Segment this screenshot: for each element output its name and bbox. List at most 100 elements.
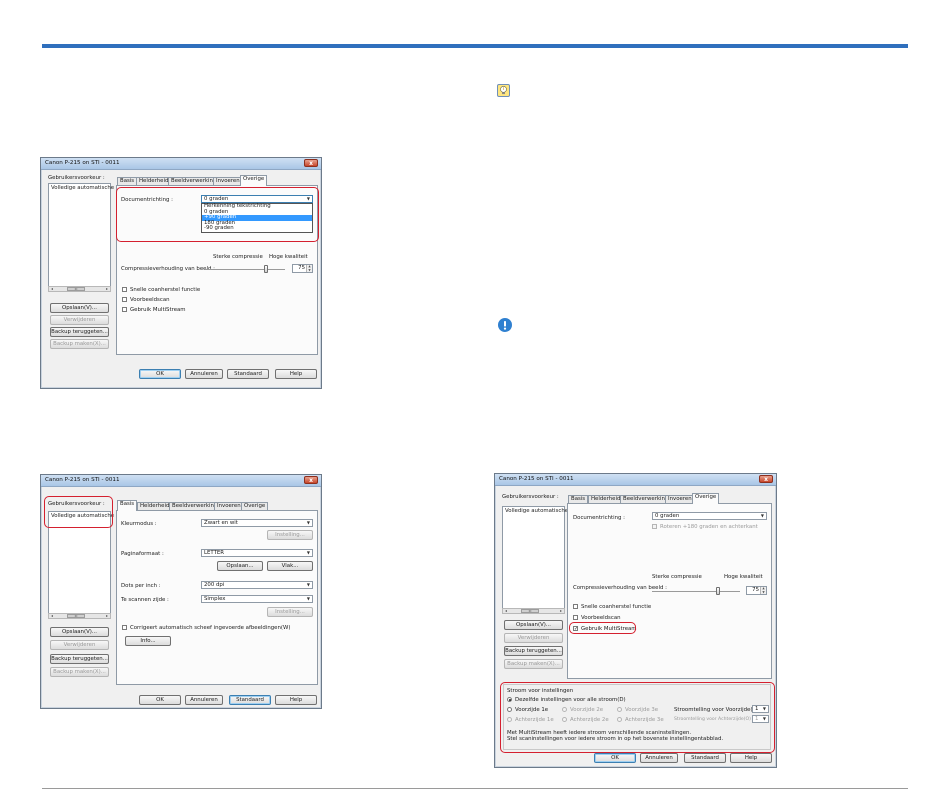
scroll-thumb[interactable]: III <box>67 287 85 291</box>
tab-helderheid[interactable]: Helderheid <box>136 177 172 185</box>
back-count-combo[interactable]: 1 ▼ <box>752 715 769 723</box>
tab-basis[interactable]: Basis <box>568 495 589 503</box>
restore-backup-button[interactable]: Backup teruggeten... <box>504 646 563 656</box>
scroll-right-icon[interactable]: ▸ <box>104 287 110 291</box>
dpi-combo[interactable]: 200 dpi ▼ <box>201 581 313 589</box>
profile-list[interactable]: Volledige automatische <box>48 511 114 617</box>
tab-invoeren[interactable]: Invoeren <box>665 495 695 503</box>
prescan-checkbox[interactable] <box>122 297 127 302</box>
cancel-button[interactable]: Annuleren <box>185 369 223 379</box>
back-1-radio[interactable] <box>507 717 512 722</box>
scan-side-combo[interactable]: Simplex ▼ <box>201 595 313 603</box>
scroll-thumb[interactable]: III <box>521 609 539 613</box>
scroll-left-icon[interactable]: ◂ <box>49 287 55 291</box>
orientation-combo[interactable]: 0 graden ▼ <box>652 512 767 520</box>
profile-list[interactable]: Volledige automatische <box>502 506 568 613</box>
save-profile-button[interactable]: Opslaan(V)... <box>504 620 563 630</box>
orientation-combo[interactable]: 0 graden ▼ <box>201 195 313 203</box>
help-button[interactable]: Help <box>730 753 772 763</box>
tab-beeldverwerking[interactable]: Beeldverwerking <box>620 495 672 503</box>
slider-knob[interactable] <box>264 265 268 273</box>
quick-recovery-checkbox[interactable] <box>573 604 578 609</box>
prescan-checkbox[interactable] <box>573 615 578 620</box>
compression-spinner[interactable]: 75 ▲ ▼ <box>292 264 313 273</box>
profile-list[interactable]: Volledige automatische <box>48 183 114 292</box>
ok-button[interactable]: OK <box>139 695 181 705</box>
tab-overige[interactable]: Overige <box>692 493 720 504</box>
make-backup-button[interactable]: Backup maken(X)... <box>504 659 563 669</box>
delete-profile-button[interactable]: Verwijderen <box>504 633 563 643</box>
help-button[interactable]: Help <box>275 369 317 379</box>
restore-backup-button[interactable]: Backup teruggeten... <box>50 327 109 337</box>
scroll-left-icon[interactable]: ◂ <box>503 609 509 613</box>
chevron-down-icon[interactable]: ▼ <box>761 513 764 519</box>
slider-knob[interactable] <box>716 587 720 595</box>
tab-helderheid[interactable]: Helderheid <box>137 502 173 510</box>
back-2-radio[interactable] <box>562 717 567 722</box>
help-button[interactable]: Help <box>275 695 317 705</box>
tab-beeldverwerking[interactable]: Beeldverwerking <box>168 177 220 185</box>
default-button[interactable]: Standaard <box>684 753 726 763</box>
color-settings-button[interactable]: Instelling... <box>267 530 313 540</box>
info-button[interactable]: Info... <box>125 636 171 646</box>
page-size-save-button[interactable]: Opslaan... <box>217 561 263 571</box>
close-icon[interactable]: x <box>759 475 773 483</box>
list-item[interactable]: Volledige automatische <box>51 185 114 191</box>
tab-basis[interactable]: Basis <box>117 177 138 185</box>
scroll-right-icon[interactable]: ▸ <box>104 614 110 618</box>
tab-beeldverwerking[interactable]: Beeldverwerking <box>169 502 221 510</box>
ok-button[interactable]: OK <box>594 753 636 763</box>
list-scrollbar[interactable]: ◂ III ▸ <box>48 613 111 619</box>
list-scrollbar[interactable]: ◂ III ▸ <box>48 286 111 292</box>
restore-backup-button[interactable]: Backup teruggeten... <box>50 654 109 664</box>
chevron-down-icon[interactable]: ▼ <box>307 582 310 588</box>
color-mode-combo[interactable]: Zwart en wit ▼ <box>201 519 313 527</box>
tab-helderheid[interactable]: Helderheid <box>588 495 624 503</box>
list-item[interactable]: Volledige automatische <box>51 513 114 519</box>
chevron-down-icon[interactable]: ▼ <box>763 706 766 712</box>
default-button[interactable]: Standaard <box>229 695 271 705</box>
tab-invoeren[interactable]: Invoeren <box>214 502 244 510</box>
page-size-combo[interactable]: LETTER ▼ <box>201 549 313 557</box>
tab-invoeren[interactable]: Invoeren <box>213 177 243 185</box>
scroll-left-icon[interactable]: ◂ <box>49 614 55 618</box>
chevron-down-icon[interactable]: ▼ <box>763 716 766 722</box>
back-3-radio[interactable] <box>617 717 622 722</box>
scroll-thumb[interactable]: III <box>67 614 85 618</box>
scroll-right-icon[interactable]: ▸ <box>558 609 564 613</box>
make-backup-button[interactable]: Backup maken(X)... <box>50 667 109 677</box>
list-item[interactable]: Volledige automatische <box>505 508 568 514</box>
cancel-button[interactable]: Annuleren <box>185 695 223 705</box>
tab-basis[interactable]: Basis <box>117 500 138 511</box>
compression-slider[interactable] <box>652 587 740 595</box>
compression-spinner[interactable]: 75 ▲ ▼ <box>746 586 767 595</box>
area-button[interactable]: Vlak... <box>267 561 313 571</box>
cancel-button[interactable]: Annuleren <box>640 753 678 763</box>
front-3-radio[interactable] <box>617 707 622 712</box>
chevron-down-icon[interactable]: ▼ <box>307 596 310 602</box>
make-backup-button[interactable]: Backup maken(X)... <box>50 339 109 349</box>
chevron-down-icon[interactable]: ▼ <box>307 196 310 202</box>
dropdown-option[interactable]: -90 graden <box>202 226 312 232</box>
save-profile-button[interactable]: Opslaan(V)... <box>50 303 109 313</box>
compression-slider[interactable] <box>205 265 285 273</box>
same-settings-radio[interactable] <box>507 697 512 702</box>
side-settings-button[interactable]: Instelling... <box>267 607 313 617</box>
chevron-down-icon[interactable]: ▼ <box>307 520 310 526</box>
spin-arrows-icon[interactable]: ▲ ▼ <box>760 586 766 594</box>
front-1-radio[interactable] <box>507 707 512 712</box>
deskew-checkbox[interactable] <box>122 625 127 630</box>
quick-recovery-checkbox[interactable] <box>122 287 127 292</box>
tab-overige[interactable]: Overige <box>241 502 269 510</box>
close-icon[interactable]: x <box>304 476 318 484</box>
multistream-checkbox[interactable]: ✓ <box>573 626 578 632</box>
close-icon[interactable]: x <box>304 159 318 167</box>
tab-overige[interactable]: Overige <box>240 175 268 186</box>
orientation-dropdown-list[interactable]: Herkenning tekstrichting 0 graden +90 gr… <box>201 203 313 233</box>
save-profile-button[interactable]: Opslaan(V)... <box>50 627 109 637</box>
default-button[interactable]: Standaard <box>227 369 269 379</box>
list-scrollbar[interactable]: ◂ III ▸ <box>502 608 565 614</box>
multistream-checkbox[interactable] <box>122 307 127 312</box>
rotate-checkbox[interactable] <box>652 524 657 529</box>
delete-profile-button[interactable]: Verwijderen <box>50 315 109 325</box>
